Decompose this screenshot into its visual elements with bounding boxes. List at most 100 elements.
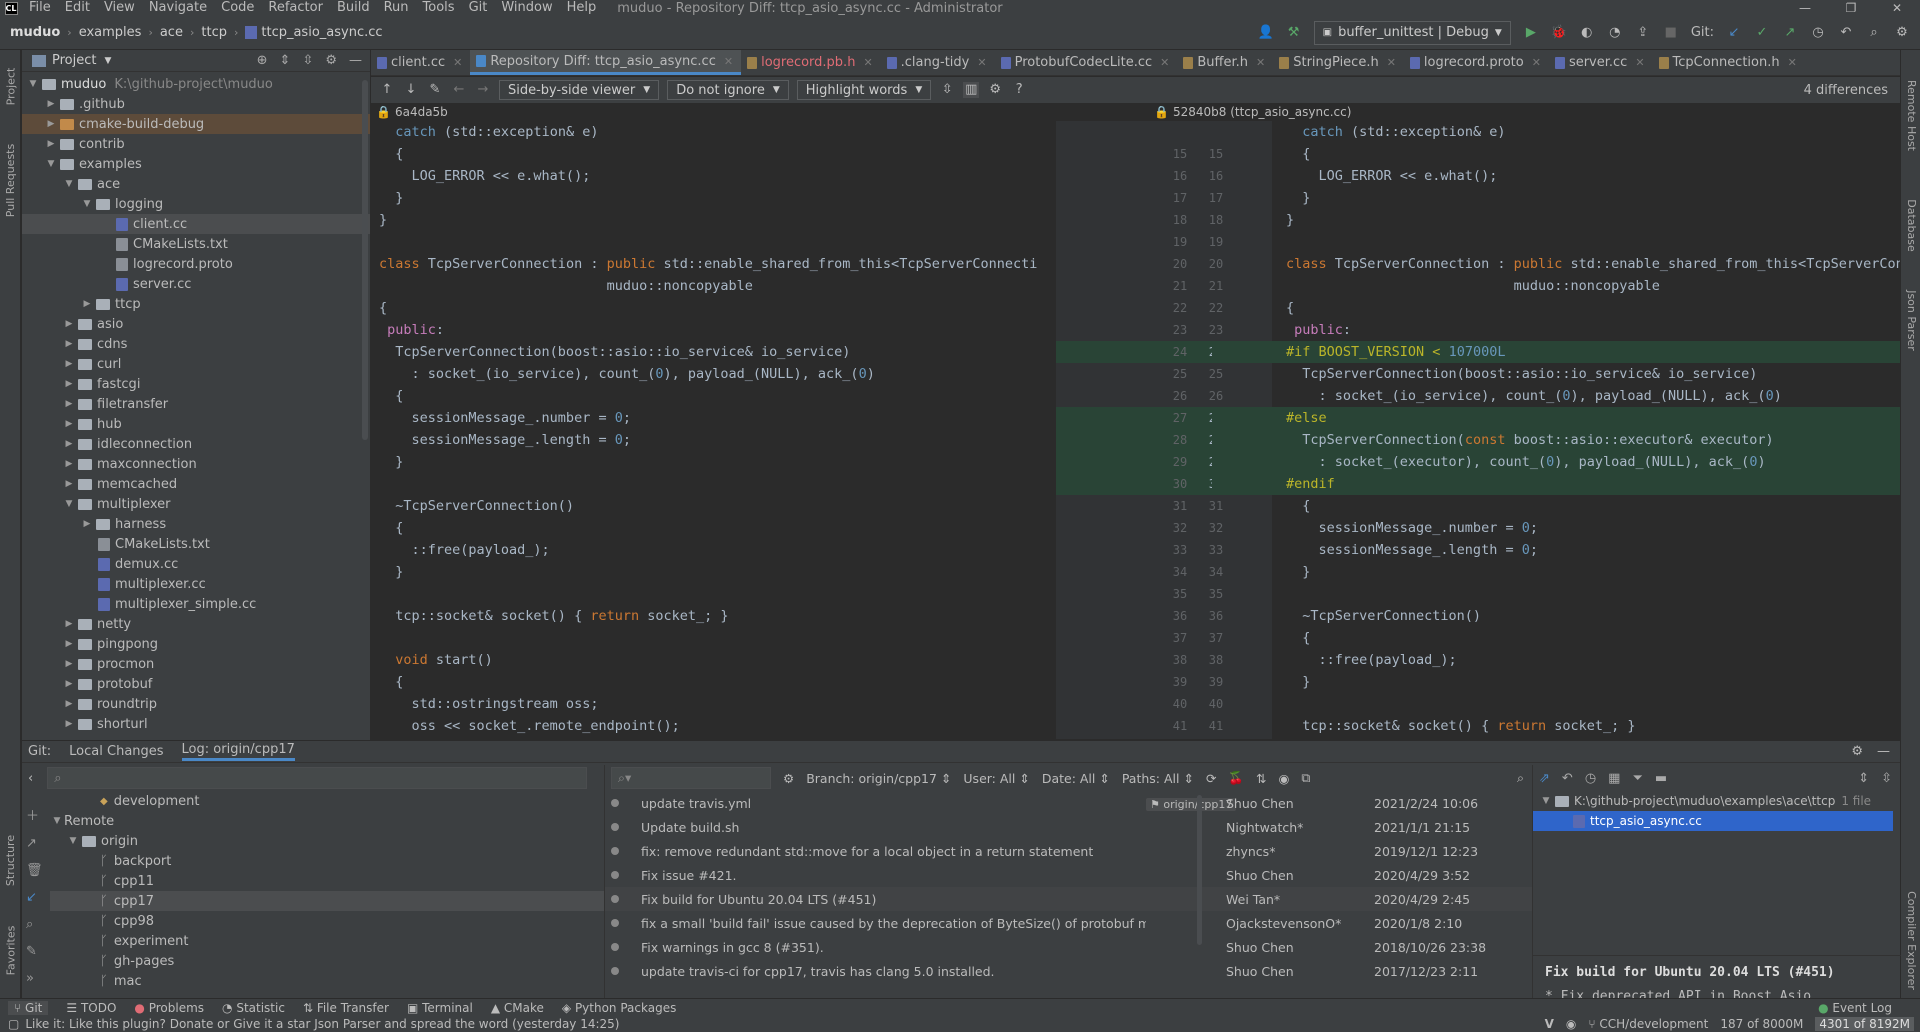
gear-icon[interactable]: ⚙ <box>1851 744 1863 759</box>
hide-icon[interactable]: — <box>1877 744 1890 759</box>
editor-tab[interactable]: logrecord.pb.h ✕ <box>741 50 881 75</box>
vim-icon[interactable]: V <box>1545 1017 1554 1031</box>
tree-node[interactable]: ▶ filetransfer <box>22 394 370 414</box>
chevron-down-icon[interactable]: ▼ <box>26 79 40 89</box>
close-tab-icon[interactable]: ✕ <box>1532 56 1541 69</box>
history-icon[interactable]: ◷ <box>1810 25 1826 41</box>
minimize-icon[interactable]: — <box>1782 1 1828 15</box>
edit-icon[interactable]: ✎ <box>26 944 43 959</box>
git-push-icon[interactable]: ↗ <box>1782 25 1798 41</box>
tree-node[interactable]: multiplexer_simple.cc <box>22 594 370 614</box>
close-tab-icon[interactable]: ✕ <box>1256 56 1265 69</box>
gear-icon[interactable]: ⚙ <box>325 53 337 68</box>
user-filter[interactable]: User: All ⇕ <box>963 771 1029 786</box>
chevron-down-icon[interactable]: ▼ <box>44 159 58 169</box>
chevron-down-icon[interactable]: ▼ <box>62 499 76 509</box>
tree-node[interactable]: logrecord.proto <box>22 254 370 274</box>
status-message[interactable]: Like it: Like this plugin? Donate or Giv… <box>25 1017 619 1031</box>
gear-icon[interactable]: ⚙ <box>783 771 794 786</box>
chevron-right-icon[interactable]: ▶ <box>44 139 58 149</box>
git-compare-icon[interactable]: ⇗ <box>1539 771 1550 786</box>
commit-row[interactable]: fix a small 'build fail' issue caused by… <box>605 911 1532 935</box>
delete-icon[interactable]: 🗑 <box>26 863 43 878</box>
right-diff-editor[interactable]: catch (std::exception& e) { LOG_ERROR <<… <box>1212 121 1900 739</box>
project-view-select[interactable]: Project <box>52 53 96 68</box>
tree-node[interactable]: ▶ .github <box>22 94 370 114</box>
ignore-whitespace-select[interactable]: Do not ignore ▼ <box>667 80 789 100</box>
filter-icon[interactable]: ⏷ <box>1632 771 1642 786</box>
tree-node[interactable]: client.cc <box>22 214 370 234</box>
chevron-right-icon[interactable]: ▶ <box>80 299 94 309</box>
branch-node[interactable]: ᚴ cpp11 <box>50 871 604 891</box>
git-update-icon[interactable]: ↙ <box>1726 25 1742 41</box>
changed-file-row[interactable]: ttcp_asio_async.cc <box>1533 811 1893 831</box>
close-tab-icon[interactable]: ✕ <box>1387 56 1396 69</box>
menu-navigate[interactable]: Navigate <box>142 0 214 16</box>
edit-icon[interactable]: ✎ <box>427 82 443 98</box>
date-filter[interactable]: Date: All ⇕ <box>1042 771 1110 786</box>
editor-tab[interactable]: server.cc ✕ <box>1549 50 1653 75</box>
close-tab-icon[interactable]: ✕ <box>1788 56 1797 69</box>
expand-all-icon[interactable]: ⇕ <box>1858 771 1869 786</box>
editor-tab[interactable]: .clang-tidy ✕ <box>881 50 995 75</box>
tree-node[interactable]: ▶ roundtrip <box>22 694 370 714</box>
tree-node[interactable]: ▶ cdns <box>22 334 370 354</box>
close-icon[interactable]: ✕ <box>1874 1 1920 15</box>
profile-icon[interactable]: ◔ <box>1607 25 1623 41</box>
expand-all-icon[interactable]: ⇕ <box>280 53 291 68</box>
chevron-right-icon[interactable]: ▶ <box>62 419 76 429</box>
tree-node[interactable]: ▶ idleconnection <box>22 434 370 454</box>
coverage-icon[interactable]: ◐ <box>1579 25 1595 41</box>
editor-tab[interactable]: Buffer.h ✕ <box>1177 50 1273 75</box>
changes-folder-row[interactable]: ▼ K:\github-project\muduo\examples\ace\t… <box>1533 791 1900 811</box>
commit-row[interactable]: Fix issue #421. Shuo Chen 2020/4/29 3:52 <box>605 863 1532 887</box>
chevron-down-icon[interactable]: ▼ <box>104 56 111 66</box>
tree-node[interactable]: ▶ protobuf <box>22 674 370 694</box>
collapse-all-icon[interactable]: ⇳ <box>1881 771 1892 786</box>
chevron-down-icon[interactable]: ▼ <box>50 816 64 826</box>
expand-icon[interactable]: » <box>26 971 43 986</box>
tree-node[interactable]: ▼ ace <box>22 174 370 194</box>
chevron-down-icon[interactable]: ▼ <box>66 836 80 846</box>
menu-file[interactable]: File <box>22 0 58 16</box>
chevron-down-icon[interactable]: ▼ <box>62 179 76 189</box>
editor-tab[interactable]: ProtobufCodecLite.cc ✕ <box>995 50 1178 75</box>
menu-help[interactable]: Help <box>560 0 604 16</box>
editor-tab[interactable]: client.cc ✕ <box>371 50 470 75</box>
tree-node[interactable]: ▼ logging <box>22 194 370 214</box>
branch-node[interactable]: ᚴ mac <box>50 971 604 991</box>
highlight-mode-select[interactable]: Highlight words ▼ <box>796 80 932 100</box>
editor-tab[interactable]: StringPiece.h ✕ <box>1273 50 1404 75</box>
chevron-right-icon[interactable]: ▶ <box>62 679 76 689</box>
toolwin-cmake[interactable]: ▲ CMake <box>491 1001 544 1015</box>
paths-filter[interactable]: Paths: All ⇕ <box>1122 771 1194 786</box>
menu-refactor[interactable]: Refactor <box>261 0 330 16</box>
toolwin-todo[interactable]: ☰ TODO <box>66 1001 116 1015</box>
tree-node[interactable]: ▶ memcached <box>22 474 370 494</box>
breadcrumb-project[interactable]: muduo <box>10 25 60 40</box>
branch-node[interactable]: ▼ origin <box>50 831 604 851</box>
log-search-input[interactable]: ⌕▾ <box>611 767 771 789</box>
commit-row[interactable]: Fix build for Ubuntu 20.04 LTS (#451) Wei… <box>605 887 1532 911</box>
toolwin-statistic[interactable]: ◔ Statistic <box>222 1001 285 1015</box>
debug-icon[interactable]: 🐞 <box>1551 25 1567 41</box>
tree-node[interactable]: multiplexer.cc <box>22 574 370 594</box>
tool-tab-pull-requests[interactable]: Pull Requests <box>0 130 21 230</box>
arrow-left-icon[interactable]: ← <box>451 82 467 98</box>
tree-node[interactable]: CMakeLists.txt <box>22 234 370 254</box>
chevron-right-icon[interactable]: ▶ <box>62 659 76 669</box>
close-tab-icon[interactable]: ✕ <box>977 56 986 69</box>
tree-node[interactable]: ▶ hub <box>22 414 370 434</box>
refresh-icon[interactable]: ⟳ <box>1206 771 1216 786</box>
tree-node[interactable]: CMakeLists.txt <box>22 534 370 554</box>
group-icon[interactable]: ▦ <box>1608 771 1620 786</box>
tree-root[interactable]: ▼ muduo K:\github-project\muduo <box>22 74 370 94</box>
commit-row[interactable]: Fix warnings in gcc 8 (#351). Shuo Chen 20… <box>605 935 1532 959</box>
build-hammer-icon[interactable]: ⚒ <box>1286 25 1302 41</box>
tree-node[interactable]: ▶ netty <box>22 614 370 634</box>
tree-node[interactable]: ▶ fastcgi <box>22 374 370 394</box>
tool-tab-remote-host[interactable]: Remote Host <box>1901 60 1920 170</box>
toolwin-file-transfer[interactable]: ⇅ File Transfer <box>303 1001 389 1015</box>
run-icon[interactable]: ▶ <box>1523 25 1539 41</box>
menu-code[interactable]: Code <box>214 0 261 16</box>
